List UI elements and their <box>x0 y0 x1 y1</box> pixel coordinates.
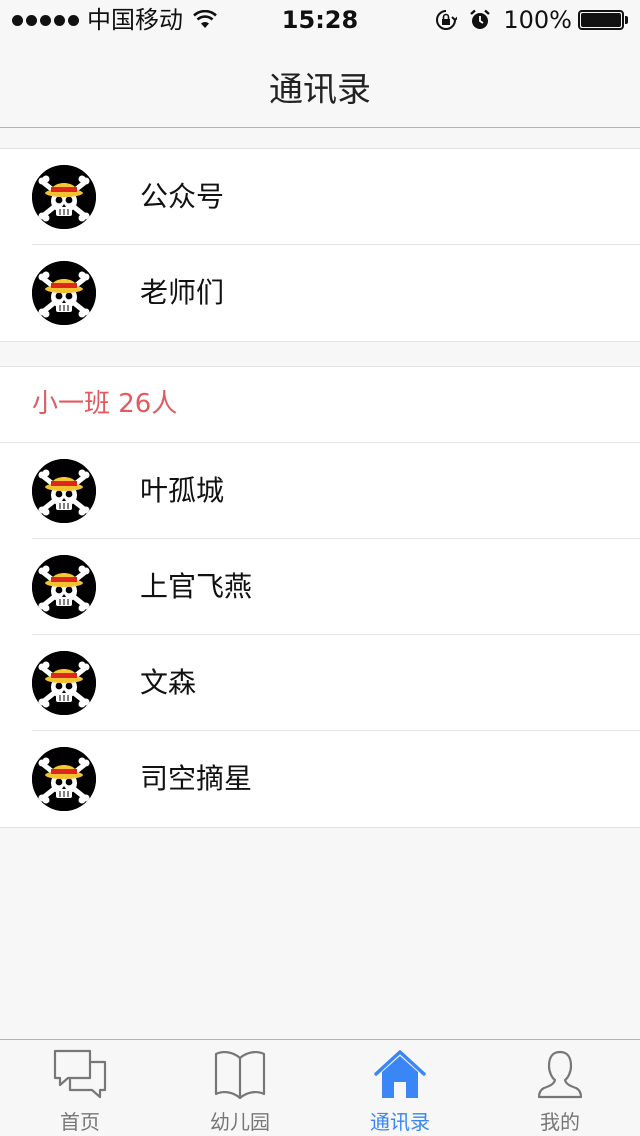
status-right: 100% <box>435 6 628 34</box>
alarm-icon <box>470 9 491 29</box>
chat-bubbles-icon <box>53 1049 107 1099</box>
contact-row-teachers[interactable]: 老师们 <box>0 245 640 341</box>
house-icon <box>374 1050 426 1098</box>
tab-profile[interactable]: 我的 <box>480 1040 640 1136</box>
contact-row-official-accounts[interactable]: 公众号 <box>0 149 640 245</box>
contact-label: 文森 <box>140 666 197 699</box>
tab-kindergarten[interactable]: 幼儿园 <box>160 1040 320 1136</box>
tab-label: 通讯录 <box>370 1110 430 1134</box>
class-contact-group: 小一班 26人 叶孤城 上官飞燕 文森 司空摘星 <box>0 366 640 828</box>
skull-avatar-icon <box>32 165 96 229</box>
top-contact-group: 公众号 老师们 <box>0 148 640 342</box>
contact-row[interactable]: 文森 <box>0 635 640 731</box>
class-section-title: 小一班 26人 <box>32 389 178 419</box>
class-section-header: 小一班 26人 <box>0 367 640 443</box>
skull-avatar-icon <box>32 747 96 811</box>
skull-avatar-icon <box>32 459 96 523</box>
tab-bar: 首页 幼儿园 通讯录 我的 <box>0 1039 640 1136</box>
page-title: 通讯录 <box>269 70 371 110</box>
battery-percentage: 100% <box>503 6 572 34</box>
skull-avatar-icon <box>32 261 96 325</box>
status-bar: 中国移动 15:28 100% <box>0 0 640 40</box>
person-icon <box>537 1050 583 1099</box>
contact-row[interactable]: 上官飞燕 <box>0 539 640 635</box>
rotation-lock-icon <box>436 10 458 30</box>
contact-label: 公众号 <box>140 180 225 213</box>
tab-home[interactable]: 首页 <box>0 1040 160 1136</box>
contact-row[interactable]: 叶孤城 <box>0 443 640 539</box>
open-book-icon <box>214 1051 266 1100</box>
skull-avatar-icon <box>32 651 96 715</box>
contact-label: 司空摘星 <box>140 762 253 795</box>
battery-icon <box>578 10 628 30</box>
contact-label: 叶孤城 <box>140 474 225 507</box>
contact-label: 老师们 <box>140 276 225 309</box>
tab-label: 幼儿园 <box>210 1110 270 1134</box>
navigation-bar: 通讯录 <box>0 40 640 128</box>
contact-row[interactable]: 司空摘星 <box>0 731 640 827</box>
skull-avatar-icon <box>32 555 96 619</box>
tab-contacts[interactable]: 通讯录 <box>320 1040 480 1136</box>
tab-label: 首页 <box>60 1110 100 1134</box>
contact-label: 上官飞燕 <box>140 570 253 603</box>
tab-label: 我的 <box>540 1110 580 1134</box>
